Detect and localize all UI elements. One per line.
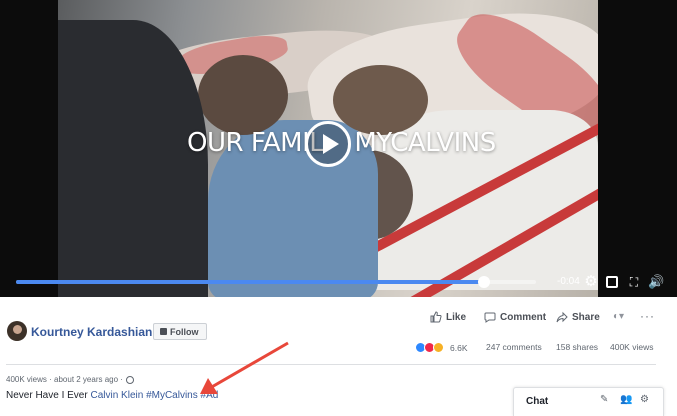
share-label: Share xyxy=(572,311,600,323)
chat-settings-gear-icon[interactable]: ⚙ xyxy=(640,394,649,405)
caption-text: Never Have I Ever xyxy=(6,390,91,401)
comment-button[interactable]: Comment xyxy=(484,311,546,323)
group-icon[interactable]: 👥 xyxy=(620,394,632,405)
share-icon xyxy=(556,311,568,323)
comment-label: Comment xyxy=(500,311,547,323)
like-button[interactable]: Like xyxy=(430,311,466,323)
follow-button[interactable]: Follow xyxy=(153,323,207,340)
post-meta-text: 400K views · about 2 years ago · xyxy=(6,375,123,384)
annotation-arrow xyxy=(200,341,289,394)
shares-count[interactable]: 158 shares xyxy=(556,342,598,352)
views-count: 400K views xyxy=(610,342,654,352)
chat-title: Chat xyxy=(526,396,549,407)
share-button[interactable]: Share xyxy=(556,311,600,323)
scrub-handle[interactable] xyxy=(478,276,490,288)
volume-icon[interactable]: 🔊 xyxy=(648,275,664,289)
fullscreen-icon[interactable]: ⛶ xyxy=(627,275,641,289)
follow-label: Follow xyxy=(170,326,199,337)
globe-icon xyxy=(125,375,134,384)
time-remaining: -0:04 xyxy=(557,276,580,287)
video-player[interactable]: OUR FAMIL MYCALVINS -0:04 ⚙ ⛶ 🔊 xyxy=(0,0,677,297)
thumbs-up-icon xyxy=(430,311,442,323)
settings-gear-icon[interactable]: ⚙ xyxy=(584,274,598,289)
comment-icon xyxy=(484,312,496,323)
post-meta: 400K views · about 2 years ago · xyxy=(6,375,134,384)
pip-icon[interactable] xyxy=(606,276,618,288)
divider xyxy=(6,364,656,365)
avatar[interactable] xyxy=(7,321,27,341)
new-message-icon[interactable]: ✎ xyxy=(600,394,608,405)
video-controls: -0:04 ⚙ ⛶ 🔊 xyxy=(0,268,677,296)
more-options-button[interactable]: ··· xyxy=(640,309,655,323)
audience-selector-icon[interactable]: ◐▾ xyxy=(613,311,624,322)
comments-count[interactable]: 247 comments xyxy=(486,342,542,352)
progress-bar[interactable] xyxy=(16,276,536,288)
follow-icon xyxy=(160,328,167,335)
chat-tab[interactable]: Chat ✎ 👥 ⚙ xyxy=(513,387,664,416)
reactions-summary[interactable]: 6.6K xyxy=(415,342,468,353)
page-name-link[interactable]: Kourtney Kardashian xyxy=(31,325,152,339)
reaction-count: 6.6K xyxy=(450,342,468,353)
play-button[interactable] xyxy=(305,121,351,167)
post-caption: Never Have I Ever Calvin Klein #MyCalvin… xyxy=(6,390,218,401)
like-label: Like xyxy=(446,311,467,323)
haha-reaction-icon xyxy=(433,342,444,353)
progress-fill xyxy=(16,280,484,284)
